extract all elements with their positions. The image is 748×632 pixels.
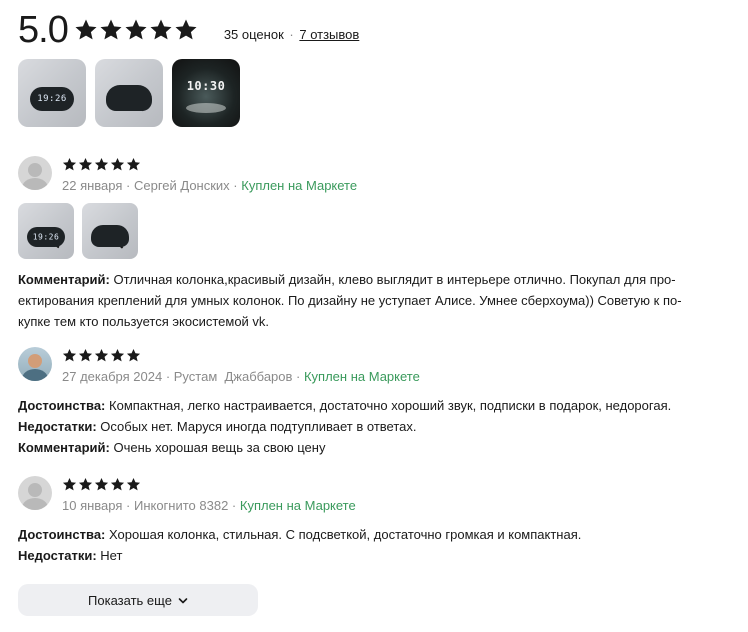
photo-thumbnail[interactable] — [82, 203, 138, 259]
speaker-image: 19:26 — [27, 227, 65, 247]
pros-text: Хорошая колонка, стильная. С подсветкой,… — [109, 527, 582, 542]
comment-text: Очень хорошая вещь за свою цену — [113, 440, 326, 455]
comment-text-line: купке тем кто пользуется экосистемой vk. — [18, 314, 270, 329]
star-icon — [78, 477, 93, 491]
pros-label: Достоинства: — [18, 398, 106, 413]
clock-display: 19:26 — [32, 232, 60, 242]
avatar[interactable] — [18, 347, 52, 381]
review-stars — [62, 347, 420, 364]
cons-text: Особых нет. Маруся иногда подтупливает в… — [100, 419, 417, 434]
avatar[interactable] — [18, 476, 52, 510]
review-info: 22 января · Сергей Донских · Куплен на М… — [62, 156, 357, 193]
star-icon — [126, 348, 141, 362]
review-body: Достоинства: Хорошая колонка, стильная. … — [18, 524, 738, 566]
review-meta: 10 января · Инкогнито 8382 · Куплен на М… — [62, 498, 356, 513]
review-date: 27 декабря 2024 — [62, 369, 163, 384]
cons-label: Недостатки: — [18, 548, 97, 563]
glow-image — [186, 103, 226, 113]
pros-label: Достоинства: — [18, 527, 106, 542]
photo-thumbnail[interactable]: 19:26 — [18, 59, 86, 127]
review-photos-gallery: 19:26 10:30 — [18, 59, 240, 127]
avatar[interactable] — [18, 156, 52, 190]
review-header: 27 декабря 2024 · Рустам Джаббаров · Куп… — [18, 347, 738, 384]
speaker-image: 10:30 — [181, 73, 231, 99]
star-icon — [94, 157, 109, 171]
star-icon — [125, 19, 147, 40]
cons-text: Нет — [100, 548, 123, 563]
show-more-button[interactable]: Показать еще — [18, 584, 258, 616]
star-icon — [126, 157, 141, 171]
star-icon — [110, 477, 125, 491]
review-meta: 27 декабря 2024 · Рустам Джаббаров · Куп… — [62, 369, 420, 384]
cons-label: Недостатки: — [18, 419, 97, 434]
review-stars — [62, 156, 357, 173]
separator: · — [289, 26, 294, 42]
star-icon — [78, 348, 93, 362]
star-icon — [62, 157, 77, 171]
comment-label: Комментарий: — [18, 272, 110, 287]
comment-text-line: ектирования креплений для умных колонок.… — [18, 293, 682, 308]
review-meta: 22 января · Сергей Донских · Куплен на М… — [62, 178, 358, 193]
verified-purchase-badge: Куплен на Маркете — [241, 178, 358, 193]
average-stars — [74, 18, 198, 42]
star-icon — [126, 477, 141, 491]
star-icon — [62, 348, 77, 362]
review-header: 10 января · Инкогнито 8382 · Куплен на М… — [18, 476, 738, 513]
speaker-image: 19:26 — [30, 87, 74, 111]
ratings-count: 35 оценок — [223, 26, 284, 42]
photo-thumbnail[interactable]: 19:26 — [18, 203, 74, 259]
star-icon — [75, 19, 97, 40]
speaker-image — [106, 85, 152, 111]
review-info: 10 января · Инкогнито 8382 · Куплен на М… — [62, 476, 356, 513]
chevron-down-icon — [178, 593, 188, 608]
star-icon — [110, 157, 125, 171]
star-icon — [175, 19, 197, 40]
average-rating: 5.0 — [18, 9, 69, 51]
review-date: 10 января — [62, 498, 123, 513]
star-icon — [94, 348, 109, 362]
star-icon — [110, 348, 125, 362]
review-body: Достоинства: Компактная, легко настраива… — [18, 395, 738, 458]
clock-display: 10:30 — [186, 79, 226, 93]
review-info: 27 декабря 2024 · Рустам Джаббаров · Куп… — [62, 347, 420, 384]
review-stars — [62, 476, 356, 493]
star-icon — [94, 477, 109, 491]
comment-text: Отличная колонка,красивый дизайн, клево … — [113, 272, 676, 287]
comment-label: Комментарий: — [18, 440, 110, 455]
speaker-image — [91, 225, 129, 247]
star-icon — [78, 157, 93, 171]
verified-purchase-badge: Куплен на Маркете — [303, 369, 420, 384]
photo-thumbnail[interactable]: 10:30 — [172, 59, 240, 127]
show-more-label: Показать еще — [88, 592, 172, 608]
star-icon — [62, 477, 77, 491]
review-card: 10 января · Инкогнито 8382 · Куплен на М… — [18, 476, 738, 566]
photo-thumbnail[interactable] — [95, 59, 163, 127]
review-author[interactable]: Рустам Джаббаров — [174, 369, 293, 384]
clock-display: 19:26 — [37, 94, 67, 104]
rating-summary: 5.0 35 оценок · 7 отзывов — [18, 8, 359, 52]
summary-meta: 35 оценок · 7 отзывов — [224, 27, 359, 42]
review-header: 22 января · Сергей Донских · Куплен на М… — [18, 156, 738, 193]
review-date: 22 января — [62, 178, 123, 193]
review-card: 22 января · Сергей Донских · Куплен на М… — [18, 156, 738, 332]
review-comment: Комментарий: Отличная колонка,красивый д… — [18, 269, 738, 332]
star-icon — [150, 19, 172, 40]
review-author[interactable]: Инкогнито 8382 — [134, 498, 228, 513]
star-icon — [100, 19, 122, 40]
pros-text: Компактная, легко настраивается, достато… — [109, 398, 672, 413]
review-photos: 19:26 — [18, 203, 738, 259]
review-author[interactable]: Сергей Донских — [134, 178, 230, 193]
verified-purchase-badge: Куплен на Маркете — [239, 498, 356, 513]
review-card: 27 декабря 2024 · Рустам Джаббаров · Куп… — [18, 347, 738, 458]
reviews-count-link[interactable]: 7 отзывов — [299, 27, 359, 42]
